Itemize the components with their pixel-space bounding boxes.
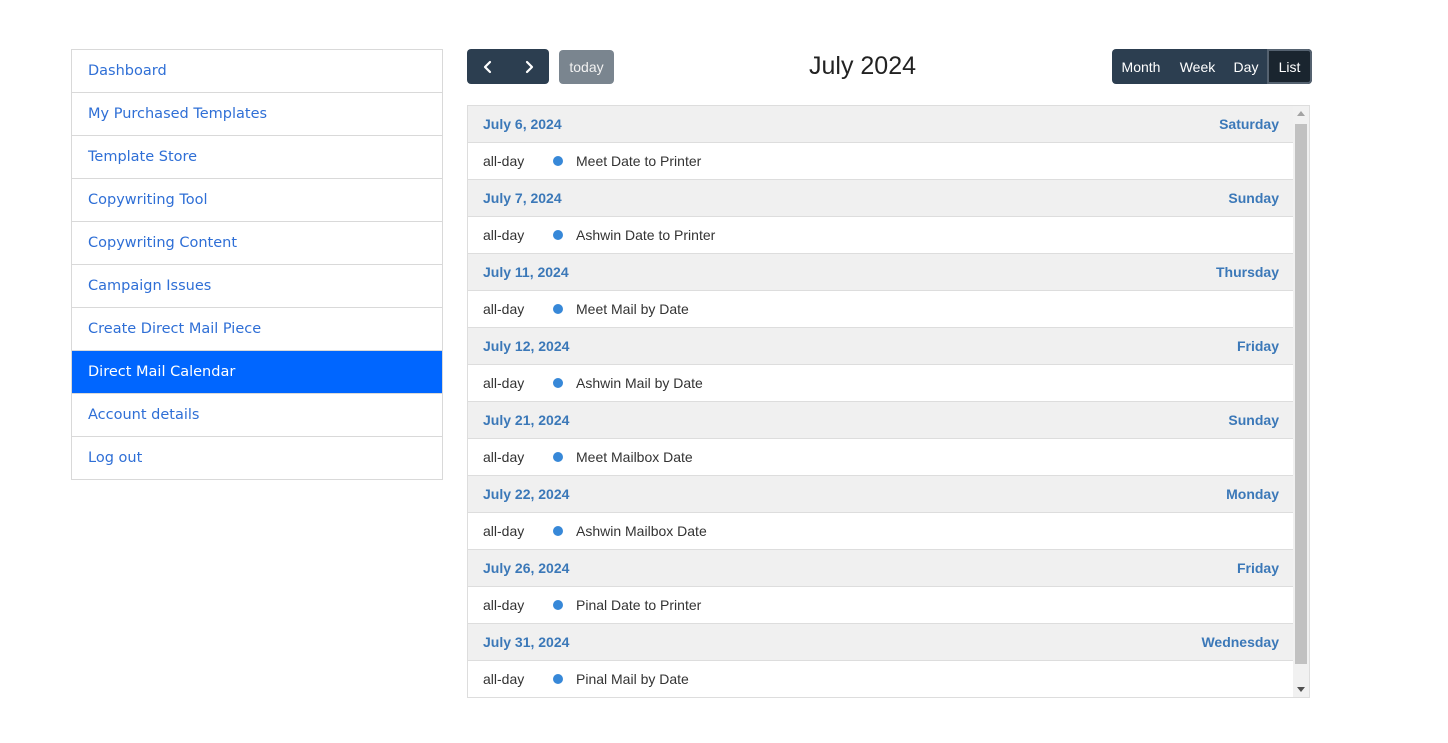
event-dot-icon bbox=[553, 304, 563, 314]
calendar-title: July 2024 bbox=[808, 52, 917, 80]
day-date[interactable]: July 6, 2024 bbox=[483, 116, 562, 132]
day-header: July 21, 2024 Sunday bbox=[468, 402, 1294, 439]
sidebar-item-campaign-issues[interactable]: Campaign Issues bbox=[72, 265, 442, 308]
view-month-button[interactable]: Month bbox=[1112, 49, 1170, 84]
event-title[interactable]: Meet Mailbox Date bbox=[576, 449, 693, 465]
day-date[interactable]: July 31, 2024 bbox=[483, 634, 569, 650]
day-date[interactable]: July 21, 2024 bbox=[483, 412, 569, 428]
list-scrollbar[interactable] bbox=[1293, 106, 1309, 697]
event-dot-icon bbox=[553, 600, 563, 610]
event-time: all-day bbox=[483, 301, 525, 317]
chevron-right-icon bbox=[525, 60, 533, 73]
sidebar-item-log-out[interactable]: Log out bbox=[72, 437, 442, 479]
sidebar-item-account-details[interactable]: Account details bbox=[72, 394, 442, 437]
day-weekday[interactable]: Friday bbox=[1237, 338, 1279, 354]
prev-button[interactable] bbox=[467, 49, 508, 84]
event-title[interactable]: Meet Date to Printer bbox=[576, 153, 701, 169]
scrollbar-thumb[interactable] bbox=[1295, 124, 1307, 664]
event-title[interactable]: Ashwin Mailbox Date bbox=[576, 523, 707, 539]
event-time: all-day bbox=[483, 227, 525, 243]
sidebar-item-template-store[interactable]: Template Store bbox=[72, 136, 442, 179]
event-row[interactable]: all-day Pinal Date to Printer bbox=[468, 587, 1294, 624]
event-dot-icon bbox=[553, 452, 563, 462]
day-header: July 22, 2024 Monday bbox=[468, 476, 1294, 513]
day-weekday[interactable]: Thursday bbox=[1216, 264, 1279, 280]
event-time: all-day bbox=[483, 597, 525, 613]
day-header: July 26, 2024 Friday bbox=[468, 550, 1294, 587]
view-day-button[interactable]: Day bbox=[1225, 49, 1267, 84]
day-header: July 31, 2024 Wednesday bbox=[468, 624, 1294, 661]
day-weekday[interactable]: Monday bbox=[1226, 486, 1279, 502]
event-row[interactable]: all-day Meet Mailbox Date bbox=[468, 439, 1294, 476]
event-dot-icon bbox=[553, 526, 563, 536]
view-switcher: Month Week Day List bbox=[1112, 49, 1312, 84]
event-row[interactable]: all-day Pinal Mail by Date bbox=[468, 661, 1294, 697]
event-dot-icon bbox=[553, 674, 563, 684]
day-header: July 6, 2024 Saturday bbox=[468, 106, 1294, 143]
event-title[interactable]: Ashwin Date to Printer bbox=[576, 227, 715, 243]
event-title[interactable]: Meet Mail by Date bbox=[576, 301, 689, 317]
event-list-content: July 6, 2024 Saturday all-day Meet Date to… bbox=[468, 106, 1294, 697]
event-title[interactable]: Pinal Date to Printer bbox=[576, 597, 701, 613]
event-time: all-day bbox=[483, 449, 525, 465]
day-date[interactable]: July 26, 2024 bbox=[483, 560, 569, 576]
day-header: July 12, 2024 Friday bbox=[468, 328, 1294, 365]
prev-next-button-group bbox=[467, 49, 549, 84]
sidebar-item-create-direct-mail-piece[interactable]: Create Direct Mail Piece bbox=[72, 308, 442, 351]
next-button[interactable] bbox=[508, 49, 549, 84]
event-time: all-day bbox=[483, 671, 525, 687]
day-date[interactable]: July 22, 2024 bbox=[483, 486, 569, 502]
scroll-up-icon[interactable] bbox=[1297, 111, 1305, 116]
sidebar-item-copywriting-content[interactable]: Copywriting Content bbox=[72, 222, 442, 265]
event-dot-icon bbox=[553, 230, 563, 240]
event-title[interactable]: Ashwin Mail by Date bbox=[576, 375, 703, 391]
event-time: all-day bbox=[483, 375, 525, 391]
account-sidebar: Dashboard My Purchased Templates Templat… bbox=[71, 49, 443, 480]
sidebar-item-my-purchased-templates[interactable]: My Purchased Templates bbox=[72, 93, 442, 136]
day-weekday[interactable]: Sunday bbox=[1228, 412, 1279, 428]
event-row[interactable]: all-day Meet Date to Printer bbox=[468, 143, 1294, 180]
chevron-left-icon bbox=[483, 60, 491, 73]
sidebar-item-direct-mail-calendar[interactable]: Direct Mail Calendar bbox=[72, 351, 442, 394]
sidebar-item-dashboard[interactable]: Dashboard bbox=[72, 50, 442, 93]
event-row[interactable]: all-day Ashwin Mail by Date bbox=[468, 365, 1294, 402]
day-weekday[interactable]: Sunday bbox=[1228, 190, 1279, 206]
day-header: July 11, 2024 Thursday bbox=[468, 254, 1294, 291]
event-time: all-day bbox=[483, 153, 525, 169]
scroll-down-icon[interactable] bbox=[1297, 687, 1305, 692]
event-list[interactable]: July 6, 2024 Saturday all-day Meet Date to… bbox=[467, 105, 1310, 698]
event-time: all-day bbox=[483, 523, 525, 539]
day-date[interactable]: July 7, 2024 bbox=[483, 190, 562, 206]
today-button[interactable]: today bbox=[559, 50, 614, 84]
event-dot-icon bbox=[553, 156, 563, 166]
day-date[interactable]: July 12, 2024 bbox=[483, 338, 569, 354]
day-header: July 7, 2024 Sunday bbox=[468, 180, 1294, 217]
day-weekday[interactable]: Saturday bbox=[1219, 116, 1279, 132]
day-date[interactable]: July 11, 2024 bbox=[483, 264, 569, 280]
event-row[interactable]: all-day Meet Mail by Date bbox=[468, 291, 1294, 328]
event-row[interactable]: all-day Ashwin Mailbox Date bbox=[468, 513, 1294, 550]
event-dot-icon bbox=[553, 378, 563, 388]
sidebar-item-copywriting-tool[interactable]: Copywriting Tool bbox=[72, 179, 442, 222]
event-title[interactable]: Pinal Mail by Date bbox=[576, 671, 689, 687]
view-week-button[interactable]: Week bbox=[1170, 49, 1225, 84]
day-weekday[interactable]: Friday bbox=[1237, 560, 1279, 576]
day-weekday[interactable]: Wednesday bbox=[1201, 634, 1279, 650]
view-list-button[interactable]: List bbox=[1267, 49, 1312, 84]
event-row[interactable]: all-day Ashwin Date to Printer bbox=[468, 217, 1294, 254]
